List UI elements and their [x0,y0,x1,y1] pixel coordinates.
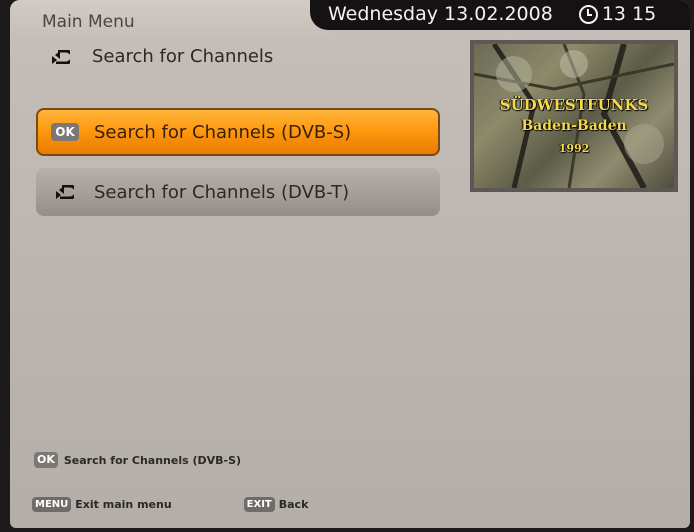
help-text: Search for Channels (DVB-S) [63,453,242,467]
back-hint[interactable]: EXIT Back [243,497,309,512]
arrow-icon [56,185,74,199]
menu-key-label: Exit main menu [75,498,172,511]
preview-image: SÜDWESTFUNKS Baden-Baden 1992 [474,44,674,188]
preview-line-1: SÜDWESTFUNKS [499,96,649,114]
exit-main-menu-hint[interactable]: MENU Exit main menu [32,497,172,512]
preview-line-2: Baden-Baden [521,118,627,134]
ok-button-icon: OK [51,123,79,141]
breadcrumb: Search for Channels [52,46,273,67]
date-text: Wednesday 13.02.2008 [328,3,553,25]
preview-line-3: 1992 [558,142,590,155]
main-menu-screen: Main Menu Wednesday 13.02.2008 13 15 Sea… [10,0,690,528]
date-time-display: Wednesday 13.02.2008 13 15 [328,3,688,25]
page-title: Main Menu [42,12,135,32]
footer-keys: MENU Exit main menu EXIT Back [32,497,308,512]
tv-preview: SÜDWESTFUNKS Baden-Baden 1992 [470,40,678,192]
clock-icon [578,4,598,24]
menu-key-icon: MENU [32,497,72,512]
exit-key-label: Back [278,498,309,511]
exit-key-icon: EXIT [243,497,275,512]
ok-button-icon: OK [34,452,58,468]
time-text: 13 15 [601,3,657,25]
menu-item-search-dvb-s[interactable]: OK Search for Channels (DVB-S) [36,108,440,156]
menu-item-label: Search for Channels (DVB-T) [94,181,350,203]
arrow-icon [52,49,70,64]
breadcrumb-label: Search for Channels [92,46,274,67]
menu-item-search-dvb-t[interactable]: Search for Channels (DVB-T) [36,168,440,216]
menu-item-label: Search for Channels (DVB-S) [94,121,352,143]
help-hint: OK Search for Channels (DVB-S) [34,452,241,468]
